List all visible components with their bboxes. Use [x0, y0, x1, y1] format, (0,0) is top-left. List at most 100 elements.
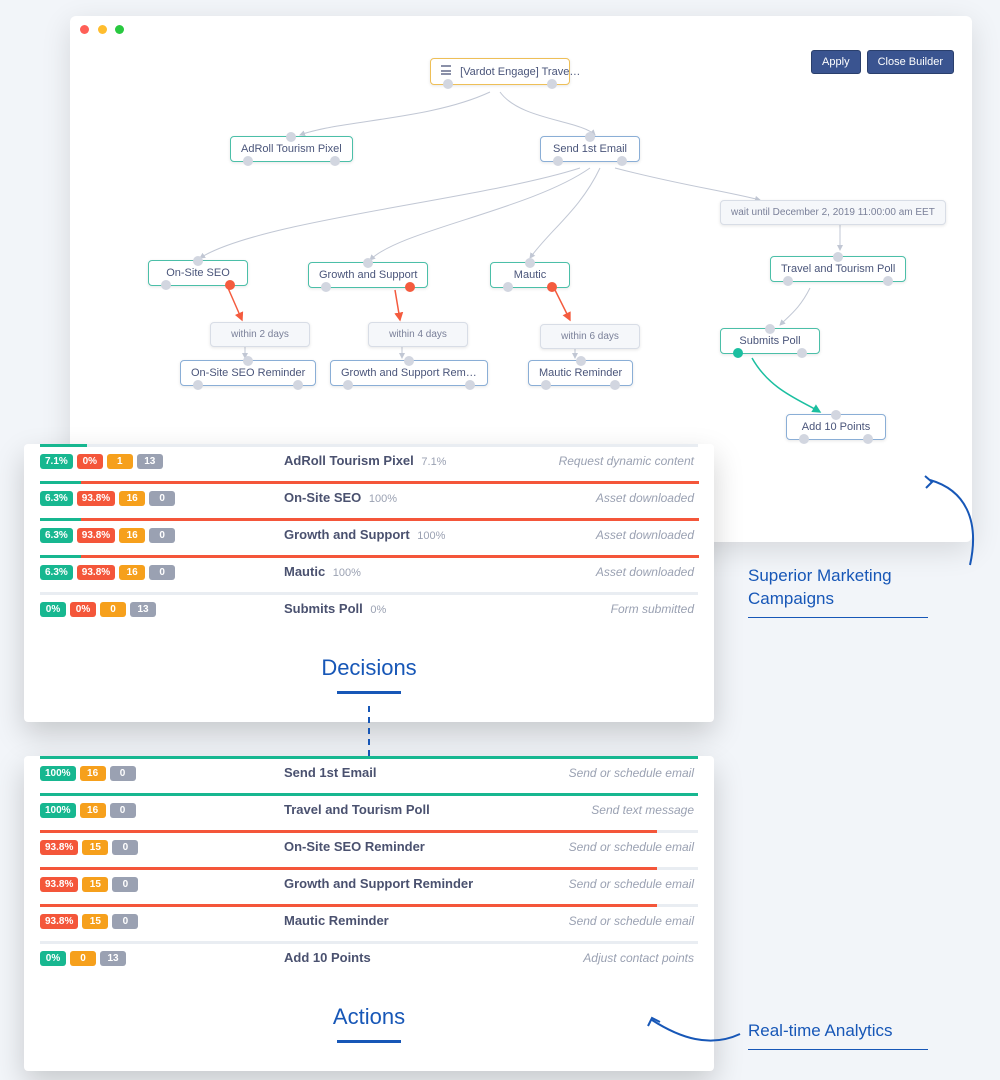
close-dot-icon[interactable] — [80, 25, 89, 34]
progress-bar — [40, 555, 698, 558]
port-icon[interactable] — [585, 132, 595, 142]
pct-badge: 93.8% — [77, 565, 115, 580]
node-label: Growth and Support — [319, 269, 417, 281]
count-badge: 16 — [119, 565, 145, 580]
port-icon[interactable] — [161, 280, 171, 290]
port-icon[interactable] — [576, 356, 586, 366]
port-icon[interactable] — [243, 156, 253, 166]
port-no-icon[interactable] — [405, 282, 415, 292]
port-icon[interactable] — [541, 380, 551, 390]
node-growth-reminder[interactable]: Growth and Support Rem… — [330, 360, 488, 386]
progress-bar — [40, 592, 698, 595]
stat-row[interactable]: 0%0%0 13 Submits Poll 0% Form submitted — [24, 592, 714, 629]
port-icon[interactable] — [765, 324, 775, 334]
node-travel-tourism-poll[interactable]: Travel and Tourism Poll — [770, 256, 906, 282]
port-icon[interactable] — [553, 156, 563, 166]
row-type: Send or schedule email — [569, 914, 694, 928]
port-icon[interactable] — [330, 156, 340, 166]
zoom-dot-icon[interactable] — [115, 25, 124, 34]
port-icon[interactable] — [863, 434, 873, 444]
count-badge: 13 — [130, 602, 156, 617]
port-yes-icon[interactable] — [733, 348, 743, 358]
row-name: On-Site SEO Reminder — [284, 839, 425, 854]
list-icon — [441, 65, 451, 75]
node-growth-support[interactable]: Growth and Support — [308, 262, 428, 288]
stat-row[interactable]: 6.3%93.8%16 0 On-Site SEO 100% Asset dow… — [24, 481, 714, 518]
stat-row[interactable]: 7.1%0%1 13 AdRoll Tourism Pixel 7.1% Req… — [24, 444, 714, 481]
port-icon[interactable] — [617, 156, 627, 166]
node-seo-reminder[interactable]: On-Site SEO Reminder — [180, 360, 316, 386]
stat-row[interactable]: 93.8%15 0 Growth and Support Reminder Se… — [24, 867, 714, 904]
port-icon[interactable] — [797, 348, 807, 358]
count-badge: 16 — [119, 528, 145, 543]
count-badge: 0 — [112, 840, 138, 855]
stat-row[interactable]: 93.8%15 0 Mautic Reminder Send or schedu… — [24, 904, 714, 941]
port-icon[interactable] — [465, 380, 475, 390]
port-icon[interactable] — [525, 258, 535, 268]
node-within-4-days[interactable]: within 4 days — [368, 322, 468, 347]
count-badge: 0 — [112, 877, 138, 892]
count-badge: 15 — [82, 914, 108, 929]
node-adroll-pixel[interactable]: AdRoll Tourism Pixel — [230, 136, 353, 162]
stat-row[interactable]: 6.3%93.8%16 0 Growth and Support 100% As… — [24, 518, 714, 555]
node-label: On-Site SEO Reminder — [191, 367, 305, 379]
pct-badge: 7.1% — [40, 454, 73, 469]
node-wait-until[interactable]: wait until December 2, 2019 11:00:00 am … — [720, 200, 946, 225]
row-name: Mautic Reminder — [284, 913, 389, 928]
port-icon[interactable] — [547, 79, 557, 89]
port-icon[interactable] — [293, 380, 303, 390]
row-name: Travel and Tourism Poll — [284, 802, 430, 817]
node-mautic[interactable]: Mautic — [490, 262, 570, 288]
count-badge: 15 — [82, 840, 108, 855]
node-submits-poll[interactable]: Submits Poll — [720, 328, 820, 354]
port-icon[interactable] — [193, 380, 203, 390]
count-badge: 0 — [100, 602, 126, 617]
node-add-10-points[interactable]: Add 10 Points — [786, 414, 886, 440]
port-icon[interactable] — [243, 356, 253, 366]
node-within-6-days[interactable]: within 6 days — [540, 324, 640, 349]
stat-row[interactable]: 0%0 13 Add 10 Points Adjust contact poin… — [24, 941, 714, 978]
port-icon[interactable] — [193, 256, 203, 266]
port-icon[interactable] — [883, 276, 893, 286]
row-type: Send or schedule email — [569, 877, 694, 891]
port-icon[interactable] — [799, 434, 809, 444]
node-label: Mautic Reminder — [539, 367, 622, 379]
count-badge: 0 — [112, 914, 138, 929]
count-badge: 0 — [110, 766, 136, 781]
node-label: Growth and Support Rem… — [341, 367, 477, 379]
stat-row[interactable]: 6.3%93.8%16 0 Mautic 100% Asset download… — [24, 555, 714, 592]
row-type: Request dynamic content — [559, 454, 694, 468]
stat-row[interactable]: 100%16 0 Send 1st Email Send or schedule… — [24, 756, 714, 793]
port-icon[interactable] — [321, 282, 331, 292]
port-icon[interactable] — [443, 79, 453, 89]
campaign-root-node[interactable]: [Vardot Engage] Trave… — [430, 58, 570, 85]
count-badge: 16 — [80, 803, 106, 818]
row-type: Send or schedule email — [569, 840, 694, 854]
node-label: [Vardot Engage] Trave… — [460, 66, 580, 78]
port-icon[interactable] — [831, 410, 841, 420]
decisions-heading: Decisions — [24, 655, 714, 694]
port-icon[interactable] — [610, 380, 620, 390]
node-mautic-reminder[interactable]: Mautic Reminder — [528, 360, 633, 386]
pct-badge: 6.3% — [40, 528, 73, 543]
port-icon[interactable] — [343, 380, 353, 390]
minimize-dot-icon[interactable] — [98, 25, 107, 34]
pct-badge: 0% — [40, 951, 66, 966]
node-label: Submits Poll — [739, 335, 800, 347]
node-on-site-seo[interactable]: On-Site SEO — [148, 260, 248, 286]
stat-row[interactable]: 100%16 0 Travel and Tourism Poll Send te… — [24, 793, 714, 830]
port-icon[interactable] — [833, 252, 843, 262]
node-within-2-days[interactable]: within 2 days — [210, 322, 310, 347]
port-icon[interactable] — [783, 276, 793, 286]
node-send-first-email[interactable]: Send 1st Email — [540, 136, 640, 162]
port-no-icon[interactable] — [547, 282, 557, 292]
row-name: Mautic 100% — [284, 564, 361, 579]
port-icon[interactable] — [503, 282, 513, 292]
row-name: AdRoll Tourism Pixel 7.1% — [284, 453, 446, 468]
stat-row[interactable]: 93.8%15 0 On-Site SEO Reminder Send or s… — [24, 830, 714, 867]
port-icon[interactable] — [286, 132, 296, 142]
port-icon[interactable] — [404, 356, 414, 366]
port-icon[interactable] — [363, 258, 373, 268]
count-badge: 0 — [110, 803, 136, 818]
port-no-icon[interactable] — [225, 280, 235, 290]
